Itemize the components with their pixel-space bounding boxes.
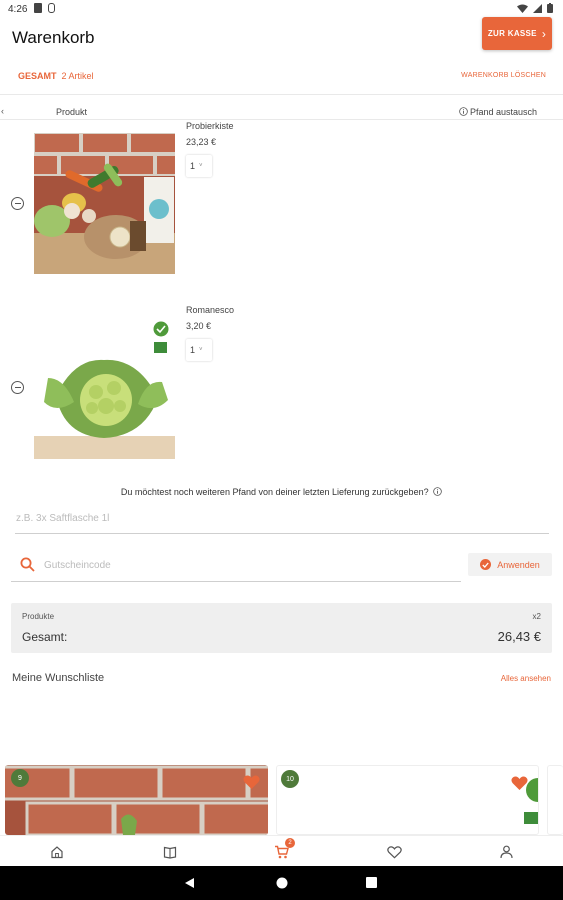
- sd-card-icon: [34, 3, 42, 13]
- back-icon[interactable]: [184, 877, 195, 889]
- item-name[interactable]: Probierkiste: [186, 121, 234, 131]
- grand-total-value: 26,43 €: [497, 629, 541, 644]
- search-icon: [20, 557, 35, 572]
- coupon-input[interactable]: [44, 554, 444, 576]
- divider: [0, 94, 563, 95]
- organic-label-icon: [524, 778, 538, 824]
- chevron-right-icon: ›: [541, 26, 547, 41]
- clear-cart-button[interactable]: WARENKORB LÖSCHEN: [461, 72, 546, 79]
- nav-wishlist[interactable]: [385, 843, 403, 861]
- home-icon: [51, 846, 63, 859]
- coupon-field[interactable]: [11, 548, 461, 582]
- column-product: Produkt: [56, 107, 88, 117]
- nav-profile[interactable]: [497, 843, 515, 861]
- deposit-swap-label: Pfand austausch: [469, 107, 537, 117]
- products-count: x2: [532, 612, 541, 621]
- cart-badge: 2: [285, 838, 295, 848]
- item-count: 2 Artikel: [61, 71, 94, 81]
- romanesco-image: [34, 318, 175, 459]
- wishlist-card[interactable]: 10: [276, 765, 539, 835]
- checkout-button[interactable]: ZUR KASSE ›: [482, 17, 552, 50]
- heart-icon[interactable]: [243, 775, 260, 790]
- status-bar: 4:26: [0, 0, 563, 18]
- products-label: Produkte: [22, 612, 55, 621]
- catalog-icon: [163, 846, 177, 859]
- cart-summary: GESAMT 2 Artikel: [18, 71, 94, 81]
- item-name[interactable]: Romanesco: [186, 305, 234, 315]
- system-navigation-bar: [0, 866, 563, 900]
- deposit-question: Du möchtest noch weiteren Pfand von dein…: [0, 487, 563, 497]
- info-icon: [459, 107, 468, 116]
- wishlist-title: Meine Wunschliste: [12, 672, 105, 684]
- scroll-left-icon[interactable]: ‹: [1, 106, 4, 116]
- info-icon[interactable]: [433, 487, 442, 496]
- home-circle-icon[interactable]: [276, 877, 288, 889]
- quantity-value: 1: [190, 161, 196, 171]
- nav-cart[interactable]: 2: [272, 838, 295, 861]
- remove-item-icon[interactable]: [11, 197, 24, 210]
- profile-icon: [499, 845, 513, 859]
- status-time: 4:26: [8, 4, 28, 15]
- totals-box: Produkte x2 Gesamt: 26,43 €: [11, 603, 552, 653]
- remove-item-icon[interactable]: [11, 381, 24, 394]
- notification-icon: [48, 3, 55, 13]
- brick-wall-image: [5, 765, 268, 835]
- status-left-icons: [34, 3, 55, 13]
- card-badge: 9: [11, 769, 29, 787]
- quantity-select[interactable]: 1 ˅: [186, 339, 212, 361]
- grand-total-label: Gesamt:: [22, 630, 68, 644]
- bottom-navigation: 2: [0, 835, 563, 866]
- deposit-question-text: Du möchtest noch weiteren Pfand von dein…: [120, 487, 429, 497]
- card-badge: 10: [281, 770, 299, 788]
- apply-label: Anwenden: [497, 559, 540, 570]
- battery-icon: [547, 3, 553, 13]
- item-price: 23,23 €: [186, 137, 217, 147]
- nav-catalog[interactable]: [161, 843, 179, 861]
- deposit-input[interactable]: [15, 504, 549, 534]
- vegetable-box-image: [34, 133, 175, 274]
- divider: [0, 119, 563, 120]
- chevron-down-icon: ˅: [199, 347, 203, 353]
- page-title: Warenkorb: [12, 28, 95, 47]
- signal-icon: [533, 3, 542, 13]
- heart-icon: [386, 845, 402, 859]
- quantity-select[interactable]: 1 ˅: [186, 155, 212, 177]
- wishlist-card[interactable]: 9: [5, 765, 268, 835]
- nav-home[interactable]: [48, 843, 66, 861]
- check-icon: [480, 559, 492, 570]
- column-deposit-swap[interactable]: Pfand austausch: [459, 107, 537, 117]
- chevron-down-icon: ˅: [199, 163, 203, 169]
- status-right-icons: [517, 3, 553, 13]
- apply-coupon-button[interactable]: Anwenden: [468, 553, 552, 576]
- checkout-label: ZUR KASSE: [487, 29, 537, 38]
- total-label: GESAMT: [18, 71, 57, 81]
- product-image-romanesco[interactable]: [34, 318, 175, 459]
- see-all-link[interactable]: Alles ansehen: [501, 674, 551, 683]
- wifi-icon: [517, 4, 528, 13]
- recents-icon[interactable]: [366, 877, 377, 888]
- quantity-value: 1: [190, 345, 196, 355]
- product-image-probierkiste[interactable]: [34, 133, 175, 274]
- item-price: 3,20 €: [186, 321, 212, 331]
- wishlist-card-partial[interactable]: [547, 765, 563, 835]
